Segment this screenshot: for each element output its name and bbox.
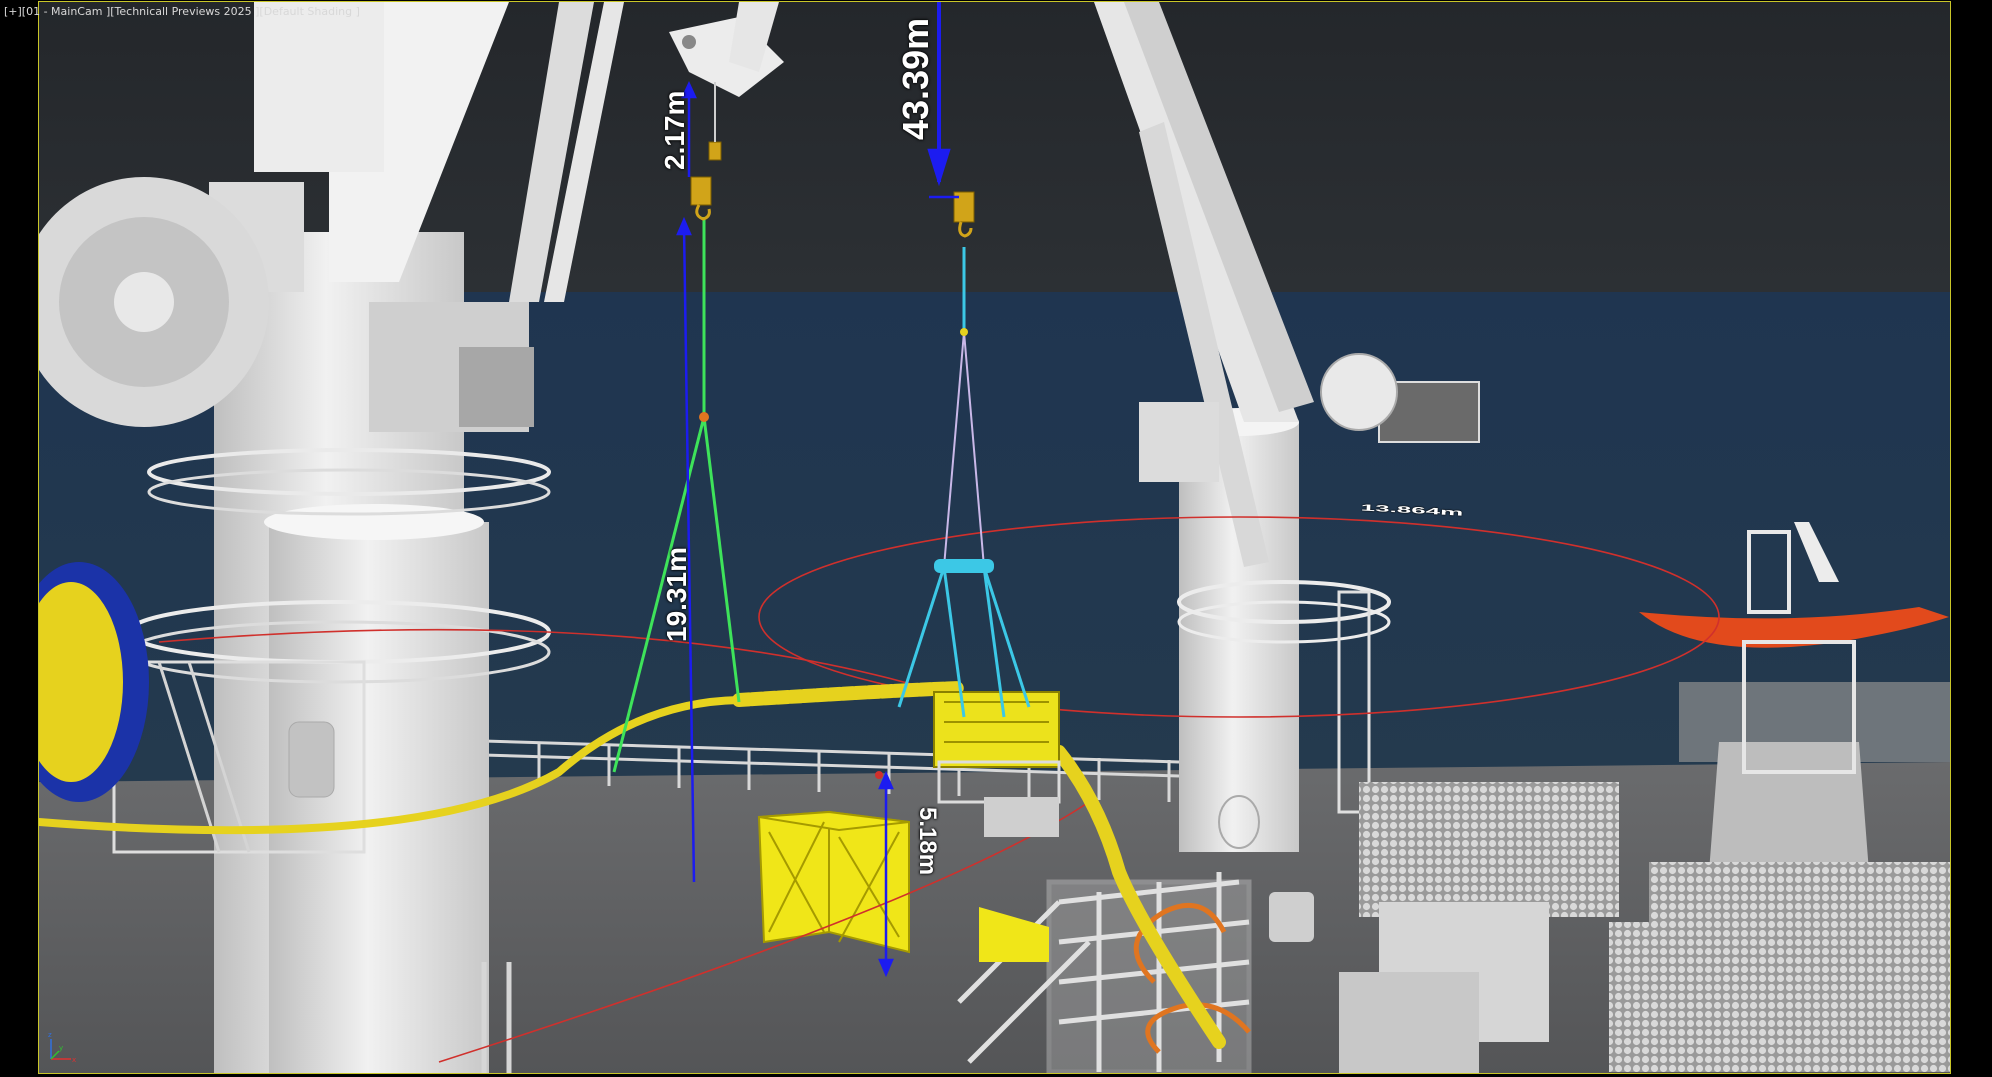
svg-text:x: x — [72, 1056, 76, 1064]
measure-label-top-left: 2.17m — [659, 90, 690, 170]
spreader-bar — [934, 559, 994, 573]
viewport-label[interactable]: [+][01 - MainCam ][Technicall Previews 2… — [4, 5, 360, 18]
scene-render[interactable] — [39, 2, 1951, 1074]
right-edge-strip — [1951, 0, 1992, 1077]
rigging-node — [699, 412, 709, 422]
svg-text:y: y — [59, 1044, 63, 1052]
measure-label-top-center: 43.39m — [895, 17, 936, 140]
measure-label-left-span: 19.31m — [661, 547, 692, 642]
svg-text:z: z — [48, 1031, 52, 1039]
rigging-node — [960, 328, 968, 336]
pivot-marker — [875, 771, 883, 779]
viewport-3d[interactable]: 2.17m 43.39m 19.31m 5.18m 13.864m x z y — [38, 1, 1951, 1074]
xyz-axis-icon: x z y — [48, 1031, 76, 1064]
measure-label-crate-height: 5.18m — [914, 807, 941, 876]
